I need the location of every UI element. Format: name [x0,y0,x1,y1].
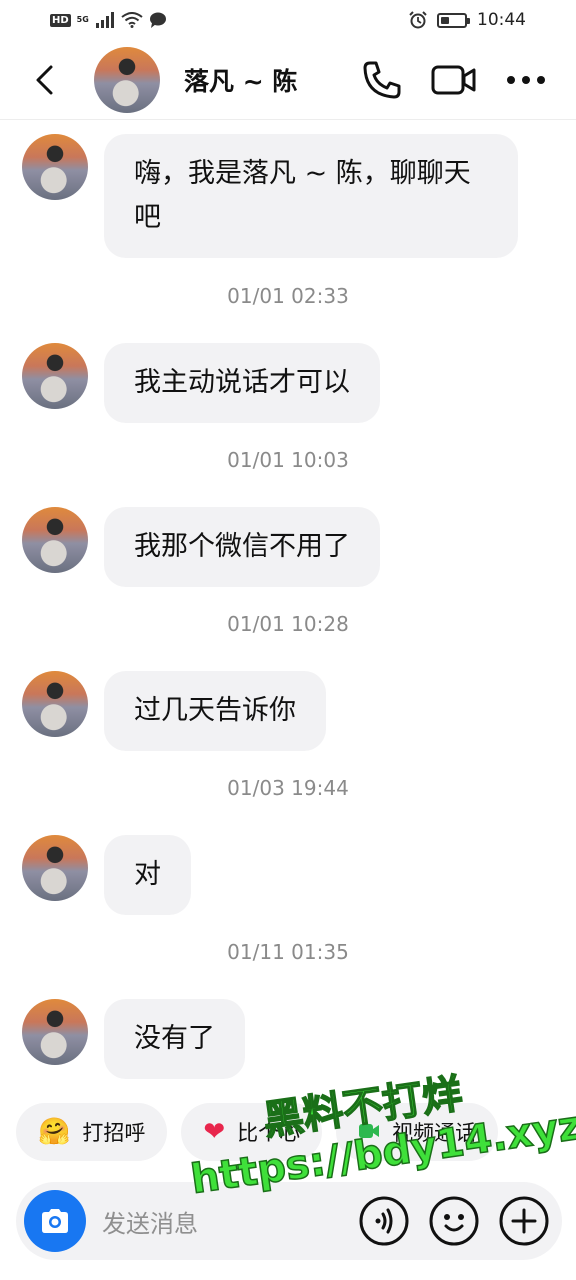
voice-message-button[interactable] [358,1195,410,1247]
message-row: 我那个微信不用了 [22,507,380,587]
sender-avatar[interactable] [22,999,88,1065]
message-bubble[interactable]: 嗨，我是落凡 ~ 陈，聊聊天吧 [104,134,518,258]
chip-label: 打招呼 [82,1121,146,1145]
voice-call-button[interactable] [354,50,410,110]
message-bubble[interactable]: 我主动说话才可以 [104,343,380,423]
signal-icon [95,12,114,28]
alarm-icon [409,11,427,29]
message-input-bar: 发送消息 [16,1182,562,1260]
phone-icon [363,61,401,98]
video-camera-icon [431,65,476,94]
camera-icon [42,1209,68,1233]
message-timestamp: 01/01 10:03 [227,448,349,472]
message-bubble[interactable]: 没有了 [104,999,245,1079]
quick-reply-chip[interactable]: 🤗 打招呼 [16,1103,168,1161]
audio-wave-icon [359,1196,409,1246]
sender-avatar[interactable] [22,507,88,573]
message-bubble[interactable]: 过几天告诉你 [104,671,326,751]
message-bubble[interactable]: 对 [104,835,191,915]
message-timestamp: 01/03 19:44 [227,776,349,800]
message-timestamp: 01/01 10:28 [227,612,349,636]
hd-indicator: HD [50,13,71,27]
smiley-icon [429,1196,479,1246]
emoji-button[interactable] [428,1195,480,1247]
message-timestamp: 01/11 01:35 [227,940,349,964]
plus-icon [499,1196,549,1246]
add-attachment-button[interactable] [498,1195,550,1247]
status-bar: HD 5G 10:44 [0,0,576,40]
camera-button[interactable] [24,1190,86,1252]
battery-icon [437,12,470,28]
message-timestamp: 01/01 02:33 [227,284,349,308]
video-call-button[interactable] [426,50,482,110]
sender-avatar[interactable] [22,134,88,200]
chevron-left-icon [36,65,53,94]
sender-avatar[interactable] [22,671,88,737]
message-row: 过几天告诉你 [22,671,326,751]
contact-avatar[interactable] [94,46,160,113]
contact-name[interactable]: 落凡 ~ 陈 [184,62,354,98]
message-row: 嗨，我是落凡 ~ 陈，聊聊天吧 [22,134,518,258]
sender-avatar[interactable] [22,835,88,901]
back-button[interactable] [14,40,74,120]
message-notification-icon [149,12,166,28]
message-bubble[interactable]: 我那个微信不用了 [104,507,380,587]
sender-avatar[interactable] [22,343,88,409]
message-row: 没有了 [22,999,245,1079]
wave-emoji-icon: 🤗 [38,1117,71,1147]
chat-header: 落凡 ~ 陈 [0,40,576,120]
network-type: 5G [76,15,89,24]
status-time: 10:44 [477,10,526,30]
message-input[interactable]: 发送消息 [102,1204,358,1239]
message-row: 我主动说话才可以 [22,343,380,423]
more-dots-icon [507,75,545,84]
message-row: 对 [22,835,191,915]
wifi-icon [121,12,143,28]
more-options-button[interactable] [498,50,554,110]
